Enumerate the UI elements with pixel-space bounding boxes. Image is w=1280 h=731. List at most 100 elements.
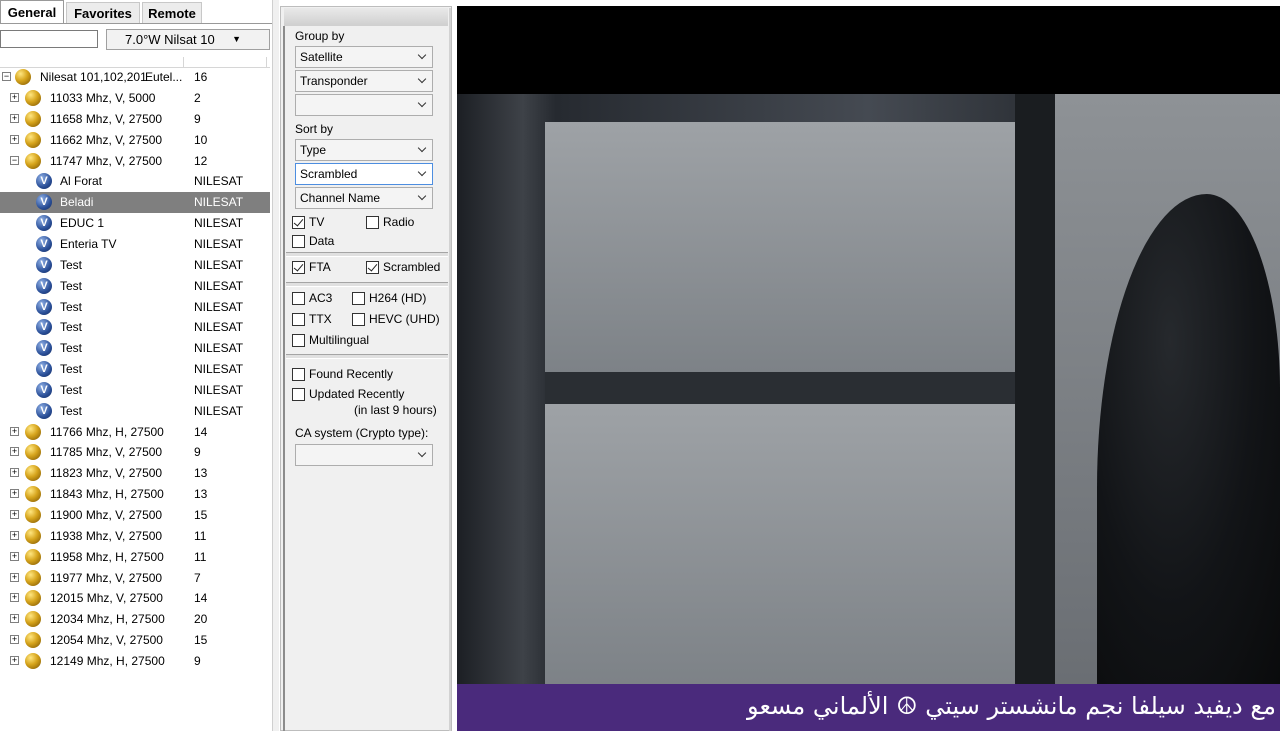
checkbox-box[interactable] [366,261,379,274]
checkbox-box[interactable] [292,313,305,326]
h264-label: H264 (HD) [369,291,427,305]
checkbox-box[interactable] [292,334,305,347]
channel-row[interactable]: V Test NILESAT [0,338,270,359]
sort-by-select-2[interactable]: Scrambled [295,163,433,185]
expand-icon[interactable]: + [10,135,19,144]
expand-icon[interactable]: + [10,93,19,102]
checkbox-box[interactable] [292,368,305,381]
channel-row[interactable]: V Beladi NILESAT [0,192,270,213]
channel-name: Test [60,383,83,397]
root-provider: Eutel... [145,70,183,84]
expand-icon[interactable]: + [10,552,19,561]
channel-row[interactable]: V Test NILESAT [0,317,270,338]
expand-icon[interactable]: + [10,614,19,623]
collapse-icon[interactable]: − [2,72,11,81]
transponder-row[interactable]: +11766 Mhz, H, 27500 14 [0,422,270,443]
transponder-row[interactable]: +11662 Mhz, V, 27500 10 [0,130,270,151]
transponder-icon [25,611,41,627]
transponder-row[interactable]: +12015 Mhz, V, 27500 14 [0,588,270,609]
channel-row[interactable]: V Test NILESAT [0,255,270,276]
satellite-select[interactable]: 7.0°W Nilsat 10 ▼ [106,29,270,50]
chevron-down-icon [418,47,428,67]
column-header-name[interactable] [0,57,184,67]
channel-name: Test [60,320,83,334]
transponder-row[interactable]: +11977 Mhz, V, 27500 7 [0,568,270,589]
transponder-icon [25,444,41,460]
expand-icon[interactable]: + [10,510,19,519]
checkbox-box[interactable] [366,216,379,229]
tab-favorites[interactable]: Favorites [66,2,140,24]
transponder-row[interactable]: +12034 Mhz, H, 27500 20 [0,609,270,630]
transponder-row[interactable]: +12054 Mhz, V, 27500 15 [0,630,270,651]
transponder-row[interactable]: +11900 Mhz, V, 27500 15 [0,505,270,526]
chevron-down-icon [418,95,428,115]
video-player[interactable]: مع ديفيد سيلفا نجم مانشستر سيتي ☮ الألما… [457,6,1280,731]
group-by-select-2[interactable]: Transponder [295,70,433,92]
transponder-row[interactable]: − 11747 Mhz, V, 27500 12 [0,151,270,172]
channel-count: 9 [194,445,201,459]
channel-count: 7 [194,571,201,585]
transponder-icon [25,653,41,669]
checkbox-box[interactable] [292,235,305,248]
channel-row[interactable]: V Test NILESAT [0,276,270,297]
checkbox-box[interactable] [292,261,305,274]
expand-icon[interactable]: + [10,489,19,498]
expand-icon[interactable]: + [10,531,19,540]
channel-row[interactable]: V EDUC 1 NILESAT [0,213,270,234]
column-header-info[interactable] [184,57,267,67]
channel-name: Test [60,362,83,376]
pane-splitter[interactable] [272,0,279,731]
channel-row[interactable]: V Test NILESAT [0,297,270,318]
tab-remote[interactable]: Remote [142,2,202,24]
transponder-row[interactable]: +11938 Mhz, V, 27500 11 [0,526,270,547]
transponder-row[interactable]: +11823 Mhz, V, 27500 13 [0,463,270,484]
expand-icon[interactable]: + [10,468,19,477]
tree-root-row[interactable]: − Nilesat 101,102,201 Eutel... 16 [0,67,270,88]
checkbox-box[interactable] [352,292,365,305]
tab-general[interactable]: General [0,0,64,24]
checkbox-box[interactable] [292,388,305,401]
channel-row[interactable]: V Test NILESAT [0,380,270,401]
ca-system-label: CA system (Crypto type): [295,426,429,440]
transponder-row[interactable]: +11033 Mhz, V, 5000 2 [0,88,270,109]
channel-count: 15 [194,633,208,647]
caret-down-icon: ▼ [232,34,241,44]
checkbox-box[interactable] [292,216,305,229]
transponder-icon [25,90,41,106]
scrambled-label: Scrambled [383,260,441,274]
search-input[interactable] [0,30,98,48]
channel-row[interactable]: V Al Forat NILESAT [0,171,270,192]
transponder-icon [25,111,41,127]
expand-icon[interactable]: + [10,114,19,123]
transponder-row[interactable]: +11785 Mhz, V, 27500 9 [0,442,270,463]
expand-icon[interactable]: + [10,635,19,644]
tv-channel-icon: V [36,257,52,273]
sort-by-select-1[interactable]: Type [295,139,433,161]
video-frame [457,94,1280,684]
sort-by-select-3[interactable]: Channel Name [295,187,433,209]
channel-provider: NILESAT [194,300,244,314]
expand-icon[interactable]: + [10,656,19,665]
checkbox-box[interactable] [352,313,365,326]
checkbox-box[interactable] [292,292,305,305]
channel-provider: NILESAT [194,279,244,293]
channel-row[interactable]: V Test NILESAT [0,401,270,422]
transponder-row[interactable]: +11843 Mhz, H, 27500 13 [0,484,270,505]
channel-count: 14 [194,591,208,605]
channel-row[interactable]: V Test NILESAT [0,359,270,380]
channel-row[interactable]: V Enteria TV NILESAT [0,234,270,255]
transponder-name: 11823 Mhz, V, 27500 [50,466,163,480]
transponder-row[interactable]: +12149 Mhz, H, 27500 9 [0,651,270,672]
tv-channel-icon: V [36,173,52,189]
expand-icon[interactable]: + [10,447,19,456]
transponder-row[interactable]: +11658 Mhz, V, 27500 9 [0,109,270,130]
collapse-icon[interactable]: − [10,156,19,165]
ca-system-select[interactable] [295,444,433,466]
expand-icon[interactable]: + [10,593,19,602]
group-by-select-3[interactable] [295,94,433,116]
expand-icon[interactable]: + [10,427,19,436]
transponder-row[interactable]: +11958 Mhz, H, 27500 11 [0,547,270,568]
expand-icon[interactable]: + [10,573,19,582]
root-name: Nilesat 101,102,201 [40,70,147,84]
group-by-select-1[interactable]: Satellite [295,46,433,68]
